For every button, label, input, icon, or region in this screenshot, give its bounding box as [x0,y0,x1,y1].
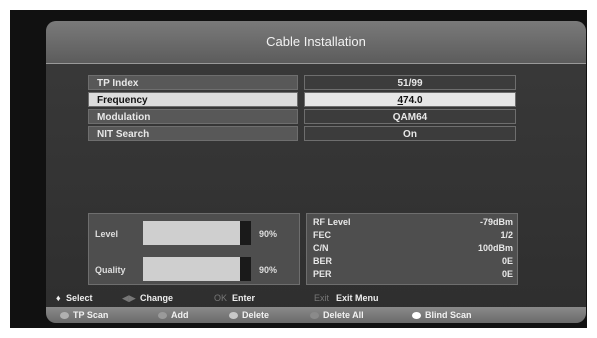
signal-box: Level 90% Quality 90% [88,213,300,285]
stat-fec: FEC 1/2 [313,230,513,242]
stat-value: -79dBm [479,217,513,227]
ok-key: OK [214,293,228,303]
green-key-icon [158,312,167,320]
blind-scan-button[interactable]: Blind Scan [412,309,472,321]
quality-label: Quality [95,265,126,275]
frequency-input[interactable]: 474.0 [304,92,516,107]
row-value: On [304,126,516,141]
add-button[interactable]: Add [158,309,189,321]
blind-scan-label: Blind Scan [425,310,472,320]
updown-icon: ♦ [56,293,61,303]
stat-ber: BER 0E [313,256,513,268]
delete-all-label: Delete All [323,310,364,320]
white-key-icon [412,312,421,320]
stat-key: RF Level [313,217,351,227]
help-select: Select [66,293,93,303]
delete-all-button[interactable]: Delete All [310,309,364,321]
quality-bar [143,257,251,281]
row-modulation[interactable]: Modulation QAM64 [88,109,516,124]
row-value: QAM64 [304,109,516,124]
stat-value: 100dBm [477,243,513,253]
row-nit-search[interactable]: NIT Search On [88,126,516,141]
row-value: 51/99 [304,75,516,90]
help-change: Change [140,293,174,303]
red-key-icon [60,312,69,320]
stat-key: BER [313,256,333,266]
level-bar [143,221,251,245]
add-label: Add [171,310,189,320]
stat-value: 0E [501,256,513,266]
signal-stats: RF Level -79dBm FEC 1/2 C/N 100dBm BER 0E PE… [306,213,518,285]
help-enter: Enter [232,293,256,303]
row-label: Frequency [88,92,298,107]
stat-key: C/N [313,243,329,253]
blue-key-icon [310,312,319,320]
color-button-bar: TP Scan Add Delete Delete All Blind Scan [46,307,586,323]
help-exit-menu: Exit Menu [336,293,379,303]
leftright-icon: ◀▶ [122,293,136,303]
page-title: Cable Installation [46,21,586,64]
quality-value: 90% [259,265,278,275]
stat-value: 1/2 [500,230,513,240]
stat-key: FEC [313,230,331,240]
exit-key: Exit [314,293,330,303]
stat-key: PER [313,269,332,279]
yellow-key-icon [229,312,238,320]
row-label: NIT Search [88,126,298,141]
delete-button[interactable]: Delete [229,309,269,321]
tp-scan-label: TP Scan [73,310,109,320]
stat-per: PER 0E [313,269,513,281]
cable-installation-panel: Cable Installation TP Index 51/99 Freque… [46,21,586,323]
row-tp-index[interactable]: TP Index 51/99 [88,75,516,90]
delete-label: Delete [242,310,270,320]
row-label: TP Index [88,75,298,90]
stat-cn: C/N 100dBm [313,243,513,255]
quality-bar-fill [143,257,241,281]
tp-scan-button[interactable]: TP Scan [60,309,108,321]
frequency-rest: 74.0 [403,95,423,106]
row-label: Modulation [88,109,298,124]
help-bar: ♦ Select ◀▶ Change OK Enter Exit Exit Me… [46,292,586,306]
stat-value: 0E [501,269,513,279]
level-label: Level [95,229,119,239]
level-bar-fill [143,221,241,245]
row-frequency[interactable]: Frequency 474.0 [88,92,516,107]
level-value: 90% [259,229,278,239]
stat-rf-level: RF Level -79dBm [313,217,513,229]
